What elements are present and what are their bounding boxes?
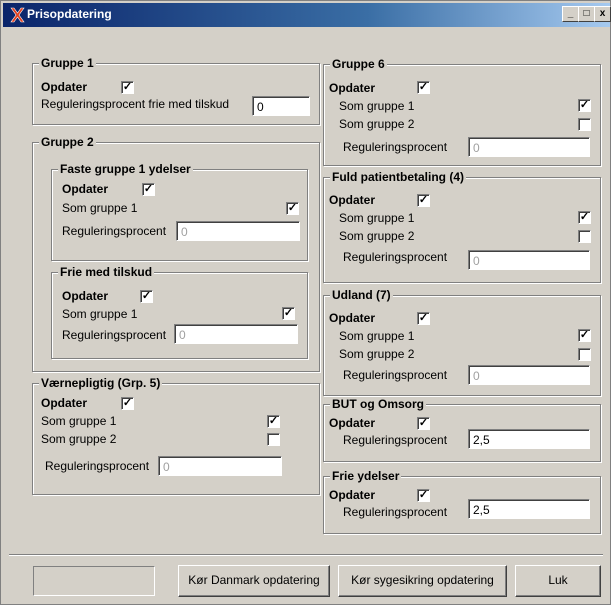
- gruppe6-opdater-label: Opdater: [329, 81, 376, 95]
- gruppe6-reg-input[interactable]: 0: [468, 137, 590, 157]
- but-reg-input[interactable]: 2,5: [468, 429, 590, 449]
- udland-som2-label: Som gruppe 2: [339, 347, 415, 361]
- udland-reg-input[interactable]: 0: [468, 365, 590, 385]
- minimize-button[interactable]: _: [562, 6, 579, 22]
- app-x-icon: [10, 7, 25, 23]
- udland-reg-label: Reguleringsprocent: [343, 368, 448, 382]
- frie-tilskud-title: Frie med tilskud: [58, 265, 155, 279]
- gruppe1-reg-label: Reguleringsprocent frie med tilskud: [41, 97, 230, 111]
- gruppe1-title: Gruppe 1: [39, 56, 96, 70]
- title-bar[interactable]: Prisopdatering _ □ x: [3, 3, 611, 27]
- gruppe1-opdater-label: Opdater: [41, 80, 88, 94]
- window-title: Prisopdatering: [27, 7, 112, 21]
- vaernepligtig-reg-label: Reguleringsprocent: [45, 459, 150, 473]
- vaernepligtig-som1-checkbox[interactable]: ✓: [267, 415, 280, 428]
- frie-tilskud-som1-checkbox[interactable]: ✓: [282, 307, 295, 320]
- udland-som2-checkbox[interactable]: [578, 348, 591, 361]
- vaernepligtig-som1-label: Som gruppe 1: [41, 414, 117, 428]
- faste-opdater-label: Opdater: [62, 182, 109, 196]
- gruppe6-group: Gruppe 6 Opdater ✓ Som gruppe 1 ✓ Som gr…: [323, 57, 601, 166]
- fuld-opdater-label: Opdater: [329, 193, 376, 207]
- gruppe6-som1-label: Som gruppe 1: [339, 99, 415, 113]
- udland-som1-checkbox[interactable]: ✓: [578, 329, 591, 342]
- frie-tilskud-opdater-checkbox[interactable]: ✓: [140, 290, 153, 303]
- fuld-patientbetaling-group: Fuld patientbetaling (4) Opdater ✓ Som g…: [323, 170, 601, 283]
- udland-opdater-checkbox[interactable]: ✓: [417, 312, 430, 325]
- frie-tilskud-opdater-label: Opdater: [62, 289, 109, 303]
- gruppe1-opdater-checkbox[interactable]: ✓: [121, 81, 134, 94]
- vaernepligtig-reg-input[interactable]: 0: [158, 456, 282, 476]
- frie-ydelser-reg-input[interactable]: 2,5: [468, 499, 590, 519]
- but-reg-label: Reguleringsprocent: [343, 433, 448, 447]
- faste-som1-checkbox[interactable]: ✓: [286, 202, 299, 215]
- frie-tilskud-group: Frie med tilskud Opdater ✓ Som gruppe 1 …: [51, 265, 308, 359]
- frie-ydelser-opdater-label: Opdater: [329, 488, 376, 502]
- koer-sygesikring-button[interactable]: Kør sygesikring opdatering: [338, 565, 507, 597]
- but-opdater-checkbox[interactable]: ✓: [417, 417, 430, 430]
- udland-opdater-label: Opdater: [329, 311, 376, 325]
- faste-som1-label: Som gruppe 1: [62, 201, 138, 215]
- prisopdatering-window: Prisopdatering _ □ x Gruppe 1 Opdater ✓ …: [0, 0, 611, 605]
- gruppe6-opdater-checkbox[interactable]: ✓: [417, 81, 430, 94]
- close-button[interactable]: x: [594, 6, 611, 22]
- frie-tilskud-reg-label: Reguleringsprocent: [62, 328, 167, 342]
- luk-button[interactable]: Luk: [515, 565, 601, 597]
- vaernepligtig-group: Værnepligtig (Grp. 5) Opdater ✓ Som grup…: [32, 376, 320, 495]
- but-omsorg-title: BUT og Omsorg: [330, 397, 426, 411]
- fuld-som1-label: Som gruppe 1: [339, 211, 415, 225]
- vaernepligtig-som2-checkbox[interactable]: [267, 433, 280, 446]
- frie-ydelser-opdater-checkbox[interactable]: ✓: [417, 489, 430, 502]
- fuld-opdater-checkbox[interactable]: ✓: [417, 194, 430, 207]
- vaernepligtig-opdater-label: Opdater: [41, 396, 88, 410]
- gruppe6-som2-checkbox[interactable]: [578, 118, 591, 131]
- fuld-som1-checkbox[interactable]: ✓: [578, 211, 591, 224]
- gruppe6-title: Gruppe 6: [330, 57, 387, 71]
- vaernepligtig-title: Værnepligtig (Grp. 5): [39, 376, 163, 390]
- fuld-reg-label: Reguleringsprocent: [343, 250, 448, 264]
- footer-separator: [9, 554, 603, 556]
- status-box: [33, 566, 155, 596]
- faste-reg-label: Reguleringsprocent: [62, 224, 167, 238]
- gruppe6-reg-label: Reguleringsprocent: [343, 140, 448, 154]
- fuld-som2-checkbox[interactable]: [578, 230, 591, 243]
- udland-group: Udland (7) Opdater ✓ Som gruppe 1 ✓ Som …: [323, 288, 601, 396]
- maximize-button[interactable]: □: [578, 6, 595, 22]
- frie-ydelser-reg-label: Reguleringsprocent: [343, 505, 448, 519]
- faste-group: Faste gruppe 1 ydelser Opdater ✓ Som gru…: [51, 162, 308, 261]
- faste-title: Faste gruppe 1 ydelser: [58, 162, 193, 176]
- frie-tilskud-reg-input[interactable]: 0: [174, 324, 298, 344]
- faste-opdater-checkbox[interactable]: ✓: [142, 183, 155, 196]
- gruppe6-som1-checkbox[interactable]: ✓: [578, 99, 591, 112]
- gruppe1-group: Gruppe 1 Opdater ✓ Reguleringsprocent fr…: [32, 56, 320, 125]
- frie-ydelser-group: Frie ydelser Opdater ✓ Reguleringsprocen…: [323, 469, 601, 534]
- gruppe1-reg-input[interactable]: 0: [252, 96, 310, 116]
- frie-tilskud-som1-label: Som gruppe 1: [62, 307, 138, 321]
- vaernepligtig-som2-label: Som gruppe 2: [41, 432, 117, 446]
- but-opdater-label: Opdater: [329, 416, 376, 430]
- gruppe6-som2-label: Som gruppe 2: [339, 117, 415, 131]
- frie-ydelser-title: Frie ydelser: [330, 469, 402, 483]
- fuld-som2-label: Som gruppe 2: [339, 229, 415, 243]
- but-omsorg-group: BUT og Omsorg Opdater ✓ Reguleringsproce…: [323, 397, 601, 462]
- gruppe2-title: Gruppe 2: [39, 135, 96, 149]
- fuld-patientbetaling-title: Fuld patientbetaling (4): [330, 170, 466, 184]
- vaernepligtig-opdater-checkbox[interactable]: ✓: [121, 397, 134, 410]
- udland-som1-label: Som gruppe 1: [339, 329, 415, 343]
- koer-danmark-button[interactable]: Kør Danmark opdatering: [178, 565, 330, 597]
- udland-title: Udland (7): [330, 288, 393, 302]
- fuld-reg-input[interactable]: 0: [468, 250, 590, 270]
- faste-reg-input[interactable]: 0: [176, 221, 300, 241]
